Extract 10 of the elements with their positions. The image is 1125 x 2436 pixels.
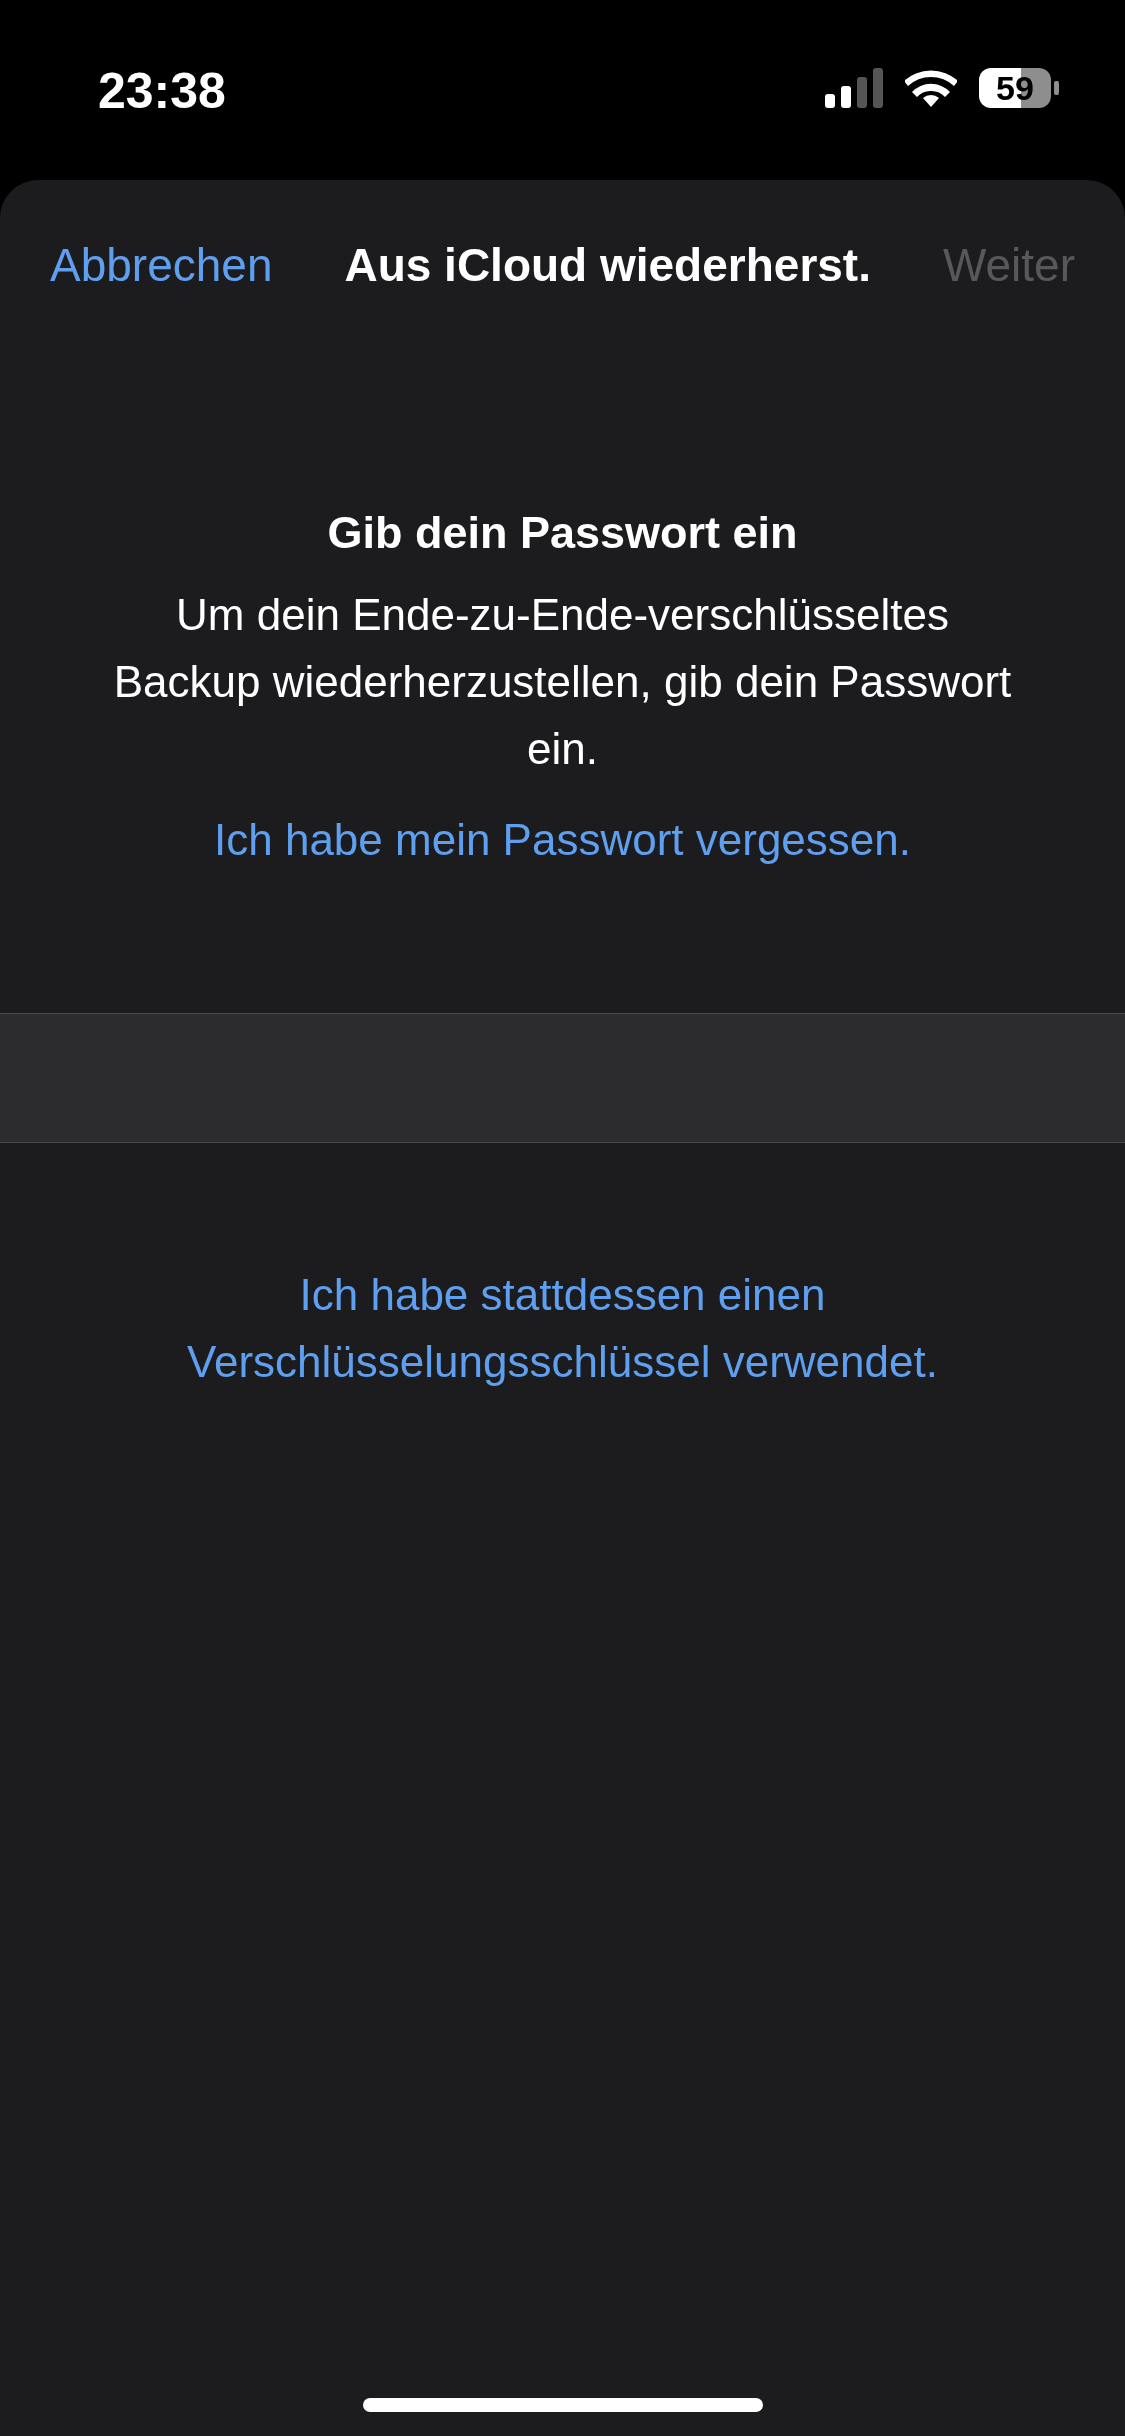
password-field[interactable] [0, 1013, 1125, 1143]
forgot-password-link[interactable]: Ich habe mein Passwort vergessen. [214, 806, 911, 873]
prompt-title: Gib dein Passwort ein [327, 507, 798, 559]
cancel-button[interactable]: Abbrechen [50, 238, 273, 292]
encryption-key-link[interactable]: Ich habe stattdessen einen Verschlüsselungsschlüssel verwendet. [92, 1261, 1033, 1395]
status-time: 23:38 [98, 62, 226, 120]
signal-icon [825, 68, 883, 108]
wifi-icon [905, 69, 957, 107]
sheet-title: Aus iCloud wiederherst. [344, 238, 871, 292]
prompt-message: Um dein Ende-zu-Ende-verschlüsseltes Backup wiederherzustellen, gib dein Passwort ein. [112, 589, 1013, 775]
